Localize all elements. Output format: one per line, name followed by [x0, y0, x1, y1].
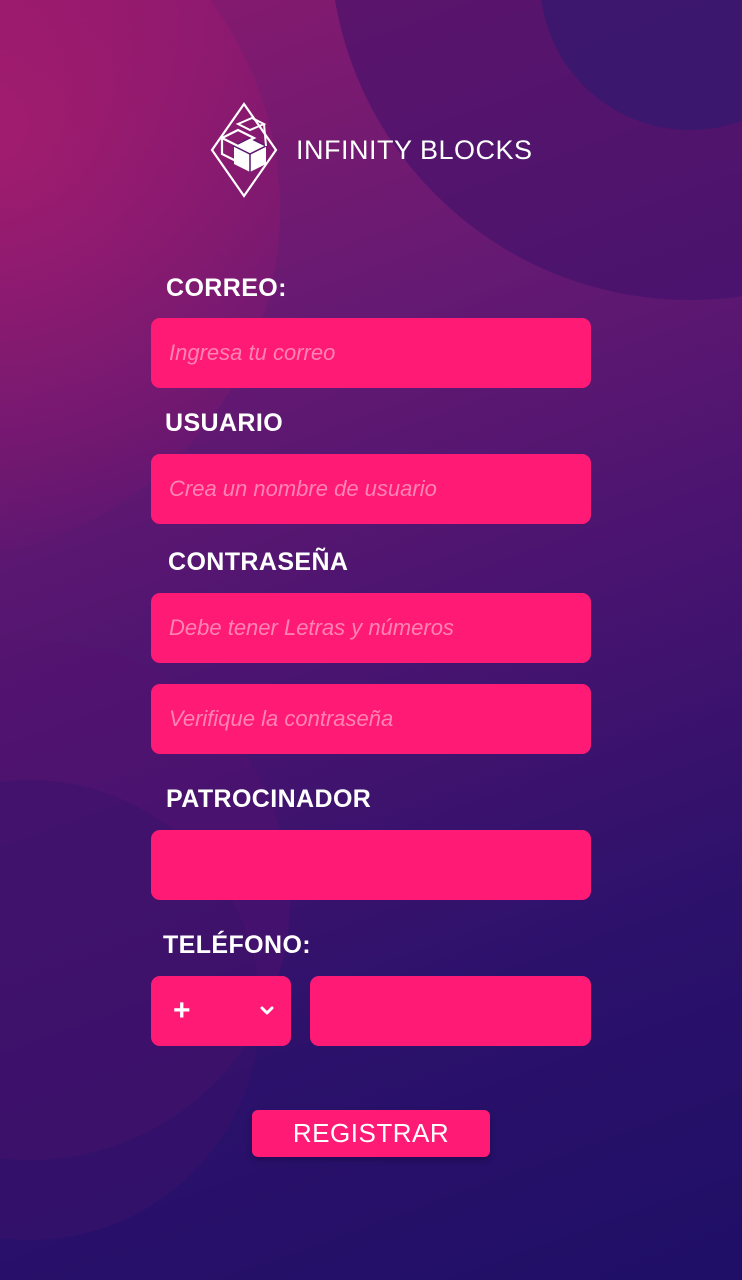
register-screen: INFINITY BLOCKS CORREO: USUARIO CONTRASE…: [0, 0, 742, 1280]
sponsor-label: PATROCINADOR: [166, 785, 372, 813]
password-confirm-input[interactable]: [151, 684, 591, 754]
password-label: CONTRASEÑA: [168, 548, 349, 576]
chevron-down-icon: [259, 1003, 275, 1019]
brand-name: INFINITY BLOCKS: [296, 134, 533, 165]
sponsor-input[interactable]: [151, 830, 591, 900]
register-button[interactable]: REGISTRAR: [252, 1110, 490, 1157]
email-input[interactable]: [151, 318, 591, 388]
username-label: USUARIO: [165, 409, 284, 437]
password-input[interactable]: [151, 593, 591, 663]
country-code-select[interactable]: +: [151, 976, 291, 1046]
phone-label: TELÉFONO:: [163, 931, 312, 959]
username-input[interactable]: [151, 454, 591, 524]
infinity-blocks-logo-icon: [210, 102, 278, 198]
plus-sign: +: [173, 994, 191, 1027]
brand-logo: INFINITY BLOCKS: [210, 102, 533, 198]
phone-number-input[interactable]: [310, 976, 591, 1046]
email-label: CORREO:: [166, 274, 287, 302]
